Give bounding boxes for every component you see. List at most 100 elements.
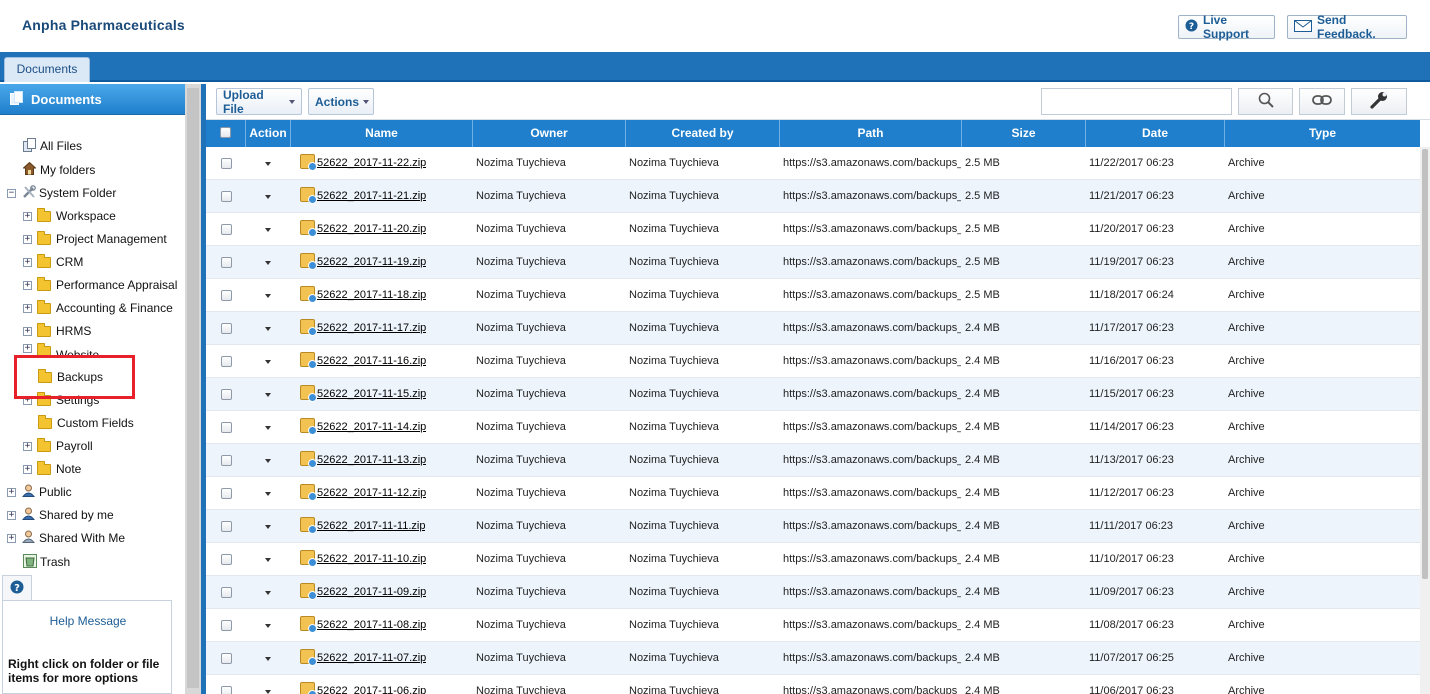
sidebar-item-hrms[interactable]: + HRMS bbox=[23, 321, 91, 341]
expand-toggle-icon[interactable]: + bbox=[23, 441, 32, 451]
row-checkbox[interactable] bbox=[221, 422, 232, 433]
column-header-name[interactable]: Name bbox=[291, 120, 473, 147]
row-action-dropdown-icon[interactable] bbox=[265, 261, 271, 265]
search-input[interactable] bbox=[1041, 88, 1232, 115]
table-row[interactable]: 52622_2017-11-07.zip Nozima Tuychieva Nozi… bbox=[206, 642, 1420, 675]
cell-name[interactable]: 52622_2017-11-06.zip bbox=[317, 675, 426, 694]
row-action-dropdown-icon[interactable] bbox=[265, 657, 271, 661]
row-checkbox[interactable] bbox=[221, 587, 232, 598]
table-row[interactable]: 52622_2017-11-06.zip Nozima Tuychieva Nozi… bbox=[206, 675, 1420, 694]
row-checkbox[interactable] bbox=[221, 224, 232, 235]
sidebar-item-performance-appraisal[interactable]: + Performance Appraisal bbox=[23, 275, 177, 295]
table-row[interactable]: 52622_2017-11-16.zip Nozima Tuychieva Nozi… bbox=[206, 345, 1420, 378]
row-checkbox[interactable] bbox=[221, 191, 232, 202]
expand-toggle-icon[interactable]: + bbox=[23, 257, 32, 267]
row-action-dropdown-icon[interactable] bbox=[265, 294, 271, 298]
sidebar-item-project-management[interactable]: + Project Management bbox=[23, 229, 167, 249]
row-checkbox[interactable] bbox=[221, 158, 232, 169]
live-support-button[interactable]: ? Live Support bbox=[1178, 13, 1275, 41]
cell-name[interactable]: 52622_2017-11-15.zip bbox=[317, 378, 426, 411]
table-row[interactable]: 52622_2017-11-14.zip Nozima Tuychieva Nozi… bbox=[206, 411, 1420, 444]
row-checkbox[interactable] bbox=[221, 389, 232, 400]
table-row[interactable]: 52622_2017-11-15.zip Nozima Tuychieva Nozi… bbox=[206, 378, 1420, 411]
sidebar-item-public[interactable]: + Public bbox=[7, 482, 72, 502]
cell-name[interactable]: 52622_2017-11-21.zip bbox=[317, 180, 426, 213]
tab-documents[interactable]: Documents bbox=[4, 57, 90, 82]
sidebar-item-shared-by-me[interactable]: + Shared by me bbox=[7, 505, 114, 525]
cell-name[interactable]: 52622_2017-11-17.zip bbox=[317, 312, 426, 345]
expand-toggle-icon[interactable]: + bbox=[23, 344, 32, 353]
row-action-dropdown-icon[interactable] bbox=[265, 393, 271, 397]
row-checkbox[interactable] bbox=[221, 455, 232, 466]
row-checkbox[interactable] bbox=[221, 620, 232, 631]
collapse-toggle-icon[interactable]: − bbox=[7, 188, 16, 198]
column-header-type[interactable]: Type bbox=[1225, 120, 1420, 147]
table-row[interactable]: 52622_2017-11-20.zip Nozima Tuychieva Nozi… bbox=[206, 213, 1420, 246]
table-row[interactable]: 52622_2017-11-10.zip Nozima Tuychieva Nozi… bbox=[206, 543, 1420, 576]
cell-name[interactable]: 52622_2017-11-20.zip bbox=[317, 213, 426, 246]
row-action-dropdown-icon[interactable] bbox=[265, 624, 271, 628]
row-action-dropdown-icon[interactable] bbox=[265, 327, 271, 331]
row-checkbox[interactable] bbox=[221, 521, 232, 532]
cell-name[interactable]: 52622_2017-11-18.zip bbox=[317, 279, 426, 312]
scrollbar-thumb[interactable] bbox=[1422, 149, 1428, 579]
link-button[interactable] bbox=[1299, 88, 1345, 115]
column-header-path[interactable]: Path bbox=[780, 120, 962, 147]
cell-name[interactable]: 52622_2017-11-13.zip bbox=[317, 444, 426, 477]
column-header-date[interactable]: Date bbox=[1086, 120, 1225, 147]
search-button[interactable] bbox=[1238, 88, 1293, 115]
row-action-dropdown-icon[interactable] bbox=[265, 525, 271, 529]
cell-name[interactable]: 52622_2017-11-19.zip bbox=[317, 246, 426, 279]
grid-scrollbar[interactable] bbox=[1420, 147, 1430, 694]
table-row[interactable]: 52622_2017-11-12.zip Nozima Tuychieva Nozi… bbox=[206, 477, 1420, 510]
row-checkbox[interactable] bbox=[221, 257, 232, 268]
expand-toggle-icon[interactable]: + bbox=[23, 303, 32, 313]
settings-button[interactable] bbox=[1351, 88, 1407, 115]
expand-toggle-icon[interactable]: + bbox=[23, 280, 32, 290]
table-row[interactable]: 52622_2017-11-13.zip Nozima Tuychieva Nozi… bbox=[206, 444, 1420, 477]
table-row[interactable]: 52622_2017-11-17.zip Nozima Tuychieva Nozi… bbox=[206, 312, 1420, 345]
scrollbar-thumb[interactable] bbox=[187, 88, 199, 688]
table-row[interactable]: 52622_2017-11-18.zip Nozima Tuychieva Nozi… bbox=[206, 279, 1420, 312]
expand-toggle-icon[interactable]: + bbox=[23, 326, 32, 336]
row-action-dropdown-icon[interactable] bbox=[265, 195, 271, 199]
cell-name[interactable]: 52622_2017-11-16.zip bbox=[317, 345, 426, 378]
sidebar-item-all-files[interactable]: All Files bbox=[22, 136, 82, 156]
table-row[interactable]: 52622_2017-11-11.zip Nozima Tuychieva Nozi… bbox=[206, 510, 1420, 543]
sidebar-item-workspace[interactable]: + Workspace bbox=[23, 206, 116, 226]
expand-toggle-icon[interactable]: + bbox=[7, 510, 16, 520]
sidebar-item-crm[interactable]: + CRM bbox=[23, 252, 83, 272]
row-checkbox[interactable] bbox=[221, 290, 232, 301]
row-action-dropdown-icon[interactable] bbox=[265, 591, 271, 595]
row-action-dropdown-icon[interactable] bbox=[265, 360, 271, 364]
cell-name[interactable]: 52622_2017-11-14.zip bbox=[317, 411, 426, 444]
column-header-action[interactable]: Action bbox=[246, 120, 291, 147]
expand-toggle-icon[interactable]: + bbox=[7, 533, 16, 543]
sidebar-item-accounting-finance[interactable]: + Accounting & Finance bbox=[23, 298, 173, 318]
cell-name[interactable]: 52622_2017-11-22.zip bbox=[317, 147, 426, 180]
row-checkbox[interactable] bbox=[221, 356, 232, 367]
expand-toggle-icon[interactable]: + bbox=[23, 464, 32, 474]
row-action-dropdown-icon[interactable] bbox=[265, 459, 271, 463]
row-checkbox[interactable] bbox=[221, 554, 232, 565]
row-action-dropdown-icon[interactable] bbox=[265, 558, 271, 562]
column-header-created-by[interactable]: Created by bbox=[626, 120, 780, 147]
column-header-owner[interactable]: Owner bbox=[473, 120, 626, 147]
help-tab[interactable]: ? bbox=[2, 575, 32, 601]
sidebar-item-shared-with-me[interactable]: + Shared With Me bbox=[7, 528, 125, 548]
cell-name[interactable]: 52622_2017-11-08.zip bbox=[317, 609, 426, 642]
actions-button[interactable]: Actions bbox=[308, 88, 374, 115]
send-feedback-button[interactable]: Send Feedback. bbox=[1287, 13, 1407, 41]
cell-name[interactable]: 52622_2017-11-11.zip bbox=[317, 510, 425, 543]
table-row[interactable]: 52622_2017-11-19.zip Nozima Tuychieva Nozi… bbox=[206, 246, 1420, 279]
table-row[interactable]: 52622_2017-11-08.zip Nozima Tuychieva Nozi… bbox=[206, 609, 1420, 642]
expand-toggle-icon[interactable]: + bbox=[7, 487, 16, 497]
row-action-dropdown-icon[interactable] bbox=[265, 690, 271, 694]
table-row[interactable]: 52622_2017-11-09.zip Nozima Tuychieva Nozi… bbox=[206, 576, 1420, 609]
row-action-dropdown-icon[interactable] bbox=[265, 492, 271, 496]
row-checkbox[interactable] bbox=[221, 323, 232, 334]
select-all-checkbox[interactable] bbox=[220, 127, 231, 138]
upload-file-button[interactable]: Upload File bbox=[216, 88, 302, 116]
cell-name[interactable]: 52622_2017-11-07.zip bbox=[317, 642, 426, 675]
table-row[interactable]: 52622_2017-11-21.zip Nozima Tuychieva Nozi… bbox=[206, 180, 1420, 213]
